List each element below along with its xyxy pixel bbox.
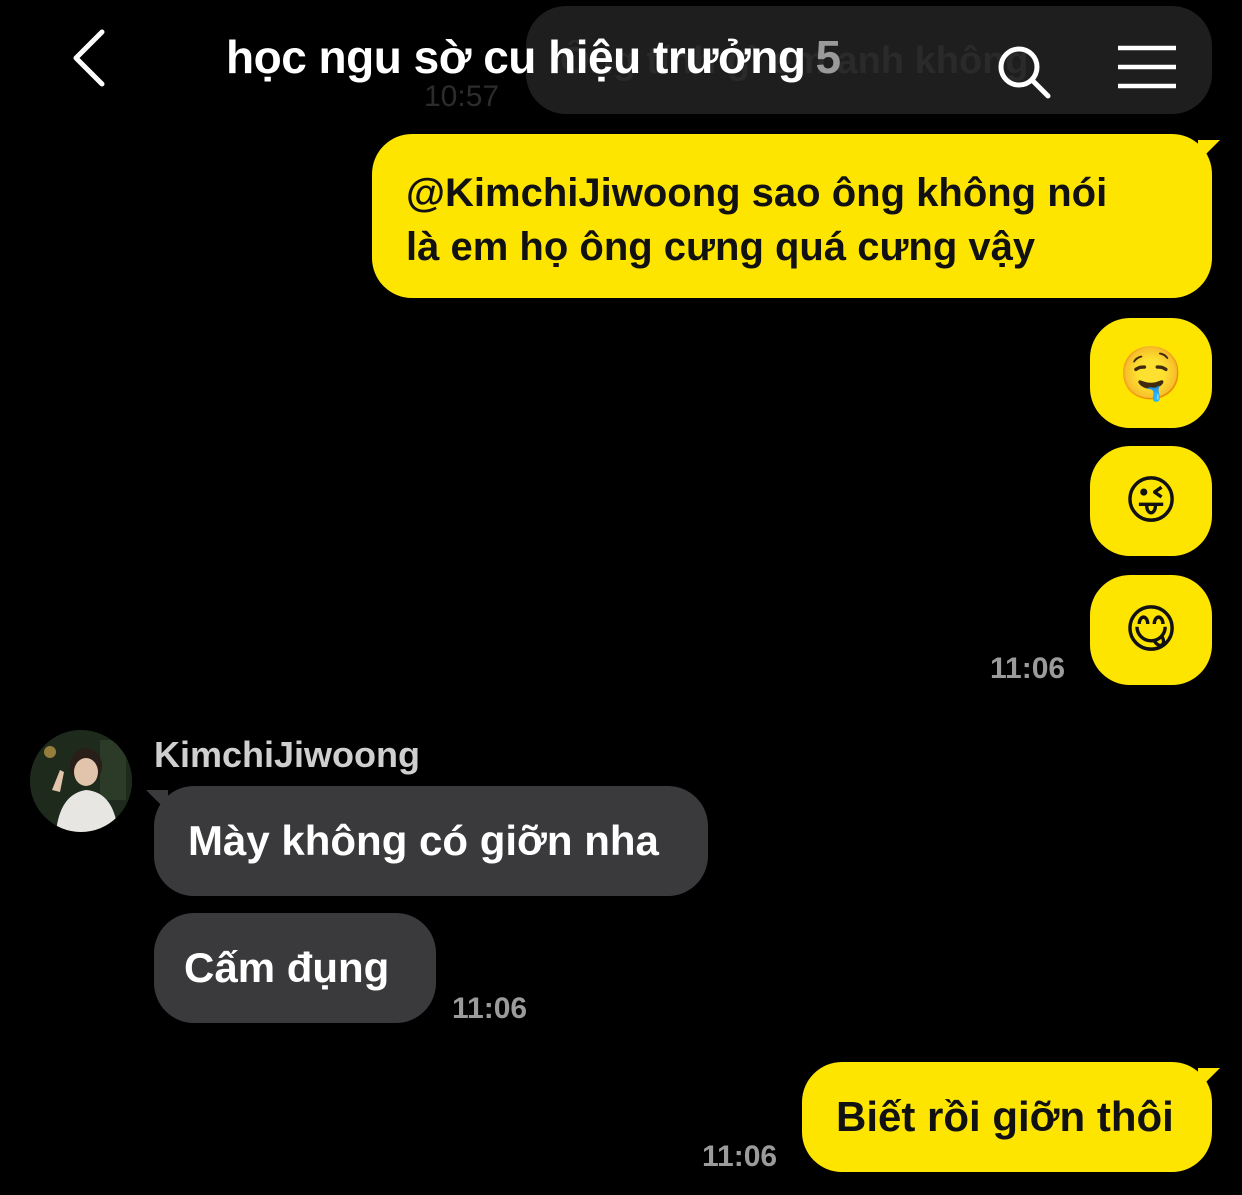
message-text: Cấm đụng (184, 944, 390, 991)
member-count: 5 (815, 31, 841, 83)
chat-title-text: học ngu sờ cu hiệu trưởng (226, 31, 806, 83)
message-line: là em họ ông cưng quá cưng vậy (406, 225, 1036, 269)
emoji-message-yum[interactable]: 😋 (1090, 575, 1212, 685)
chevron-left-icon[interactable] (70, 28, 110, 88)
message-timestamp: 11:06 (990, 652, 1066, 685)
emoji: 😜 (1123, 472, 1179, 530)
message-text: Biết rồi giỡn thôi (836, 1093, 1174, 1140)
message-timestamp: 11:06 (452, 992, 528, 1025)
emoji: 😋 (1123, 601, 1179, 659)
search-icon[interactable] (996, 44, 1052, 100)
sender-name[interactable]: KimchiJiwoong (154, 734, 420, 776)
message-line: @KimchiJiwoong sao ông không nói (406, 171, 1108, 215)
bubble-tail (1198, 140, 1220, 162)
emoji: 🤤 (1118, 344, 1184, 403)
menu-icon[interactable] (1116, 44, 1178, 90)
message-text: Mày không có giỡn nha (188, 817, 659, 864)
incoming-message[interactable]: Cấm đụng (154, 913, 436, 1023)
outgoing-message[interactable]: @KimchiJiwoong sao ông không nói là em h… (372, 134, 1212, 298)
previous-message-time: 10:57 (424, 80, 500, 113)
outgoing-message[interactable]: Biết rồi giỡn thôi (802, 1062, 1212, 1172)
chat-title: học ngu sờ cu hiệu trưởng 5 (226, 30, 841, 84)
avatar-image (30, 730, 132, 832)
emoji-message-winking-tongue[interactable]: 😜 (1090, 446, 1212, 556)
bubble-tail (1198, 1068, 1220, 1090)
avatar[interactable] (30, 730, 132, 832)
incoming-message[interactable]: Mày không có giỡn nha (154, 786, 708, 896)
message-timestamp: 11:06 (702, 1140, 778, 1173)
emoji-message-drooling[interactable]: 🤤 (1090, 318, 1212, 428)
